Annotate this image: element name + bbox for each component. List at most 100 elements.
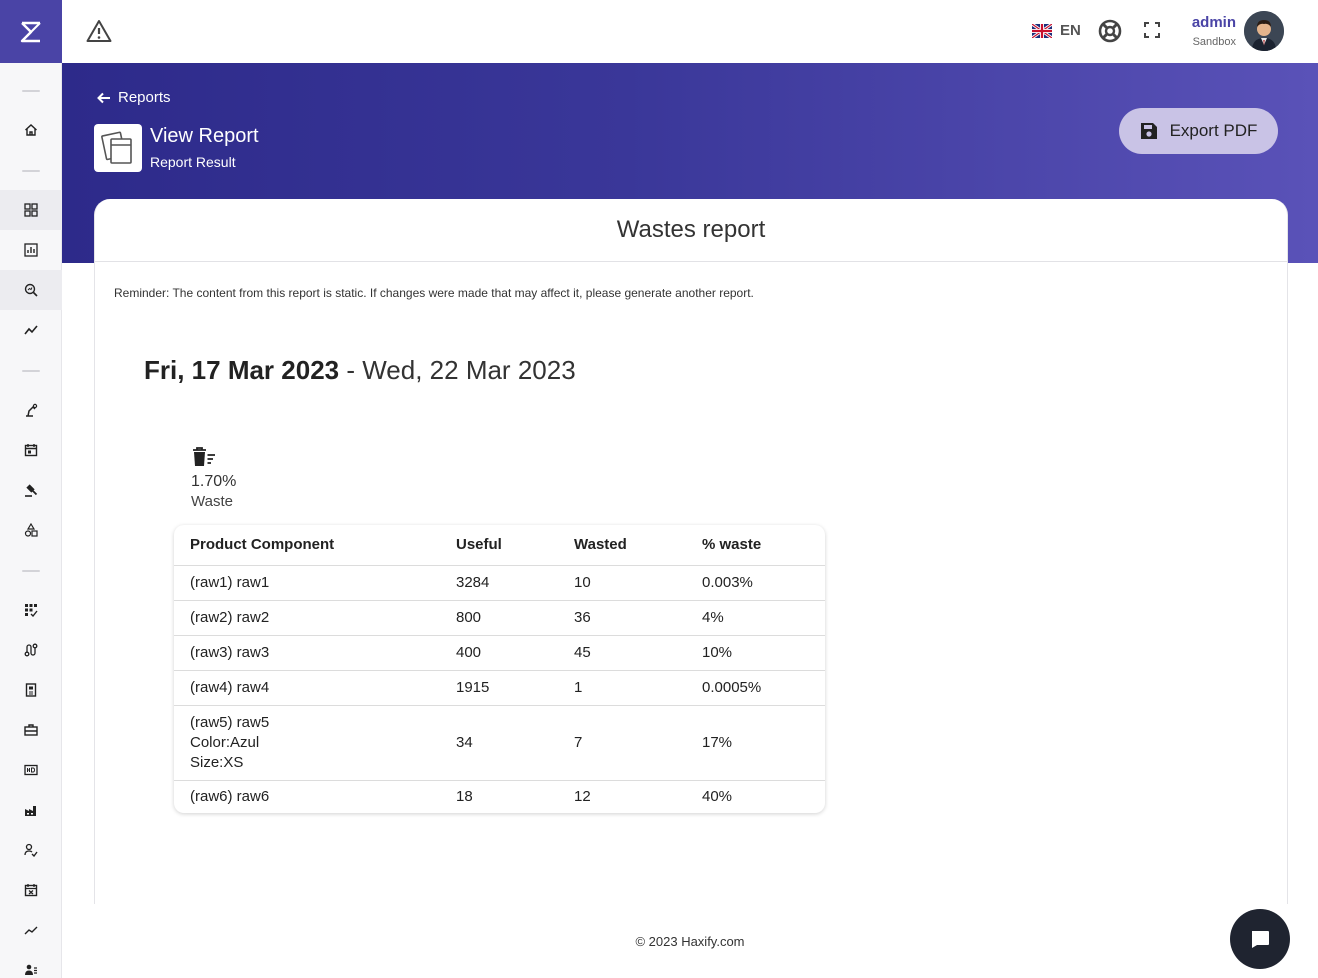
page-title: View Report — [150, 125, 259, 147]
sidebar-item-statistics[interactable] — [0, 230, 62, 270]
report-title: Wastes report — [95, 199, 1287, 262]
cell-percent-waste: 0.0005% — [686, 670, 825, 706]
user-organization: Sandbox — [1192, 36, 1236, 48]
column-header-product-component: Product Component — [174, 525, 440, 566]
cell-percent-waste: 10% — [686, 635, 825, 671]
cell-product-component: (raw1) raw1 — [174, 565, 440, 601]
dashboard-icon — [24, 203, 38, 217]
factory-icon — [25, 806, 36, 816]
sidebar-item-machines[interactable] — [0, 390, 62, 430]
sidebar-item-auctions[interactable] — [0, 470, 62, 510]
sidebar-item-people[interactable] — [0, 950, 62, 978]
sidebar-item-dashboard[interactable] — [0, 190, 62, 230]
component-name: (raw6) raw6 — [190, 788, 270, 806]
cell-product-component: (raw5) raw5 Color:Azul Size:XS — [174, 705, 440, 781]
person-check-icon — [24, 843, 38, 857]
sidebar-item-home[interactable] — [0, 110, 62, 150]
sidebar-item-calendar[interactable] — [0, 430, 62, 470]
table-row: (raw6) raw6 18 12 40% — [174, 780, 825, 813]
calendar-icon — [24, 444, 38, 457]
table-row: (raw2) raw2 800 36 4% — [174, 600, 825, 636]
fullscreen-icon[interactable] — [1144, 22, 1160, 38]
column-header-useful: Useful — [440, 525, 558, 566]
trash-list-icon — [193, 447, 215, 466]
export-pdf-label: Export PDF — [1169, 121, 1258, 140]
cell-useful: 800 — [440, 600, 558, 636]
back-to-reports-link[interactable]: Reports — [96, 89, 171, 106]
sidebar-item-users[interactable] — [0, 830, 62, 870]
component-attribute: Size:XS — [190, 753, 244, 771]
cell-product-component: (raw3) raw3 — [174, 635, 440, 671]
cell-useful: 34 — [440, 705, 558, 781]
home-icon — [25, 124, 37, 136]
report-icon-box — [94, 124, 142, 172]
sidebar-divider — [22, 570, 40, 572]
sidebar-item-trends[interactable] — [0, 910, 62, 950]
component-name: (raw3) raw3 — [190, 644, 270, 661]
save-icon — [1140, 123, 1157, 139]
date-end: Wed, 22 Mar 2023 — [362, 355, 576, 385]
component-name: (raw4) raw4 — [190, 679, 270, 696]
topbar: EN admin Sandbox — [62, 0, 1318, 63]
cell-useful: 18 — [456, 788, 473, 806]
cell-percent-waste: 17% — [686, 705, 825, 781]
cell-wasted: 12 — [574, 788, 591, 806]
cell-useful: 3284 — [440, 565, 558, 601]
sidebar-item-documents[interactable] — [0, 670, 62, 710]
static-content-reminder: Reminder: The content from this report i… — [114, 286, 754, 300]
cell-product-component: (raw4) raw4 — [174, 670, 440, 706]
cell-wasted: 1 — [558, 670, 686, 706]
chat-button[interactable] — [1230, 909, 1290, 969]
export-pdf-button[interactable]: Export PDF — [1119, 108, 1278, 154]
waste-label: Waste — [191, 493, 233, 510]
sidebar-item-shapes[interactable] — [0, 510, 62, 550]
sidebar-item-reports[interactable] — [0, 270, 62, 310]
warning-icon[interactable] — [86, 19, 112, 43]
sidebar-divider — [22, 370, 40, 372]
sidebar-item-routes[interactable] — [0, 630, 62, 670]
haxify-logo[interactable] — [0, 0, 62, 63]
grid-check-icon — [25, 604, 38, 617]
sidebar-item-factory[interactable] — [0, 790, 62, 830]
cell-useful: 400 — [440, 635, 558, 671]
trend-icon — [24, 325, 38, 335]
language-label: EN — [1060, 22, 1081, 39]
bar-chart-icon — [24, 243, 38, 257]
robot-arm-icon — [26, 403, 38, 417]
sidebar-item-tasks[interactable] — [0, 590, 62, 630]
chat-icon — [1252, 931, 1269, 948]
table-row: (raw5) raw5 Color:Azul Size:XS 34 7 17% — [174, 705, 825, 781]
cell-wasted: 10 — [558, 565, 686, 601]
people-icon — [25, 964, 37, 975]
component-name: (raw1) raw1 — [190, 574, 270, 591]
component-name: (raw2) raw2 — [190, 609, 270, 626]
sidebar — [0, 0, 62, 978]
shapes-icon — [24, 523, 38, 537]
cell-percent-waste: 40% — [702, 788, 733, 806]
search-report-icon — [24, 283, 38, 297]
sidebar-item-analytics[interactable] — [0, 310, 62, 350]
sidebar-item-hd[interactable] — [0, 750, 62, 790]
copyright: © 2023 Haxify.com — [635, 934, 745, 949]
wastes-table: Product Component Useful Wasted % waste … — [174, 525, 825, 813]
back-link-label: Reports — [118, 89, 171, 106]
cell-wasted: 45 — [558, 635, 686, 671]
user-name[interactable]: admin — [1192, 14, 1236, 31]
route-icon — [24, 643, 38, 657]
trending-icon — [24, 926, 38, 935]
cell-product-component: (raw6) raw6 — [174, 780, 440, 813]
sidebar-divider — [22, 90, 40, 92]
sidebar-item-schedule[interactable] — [0, 870, 62, 910]
footer: © 2023 Haxify.com — [62, 904, 1318, 978]
language-selector[interactable]: EN — [1032, 22, 1081, 39]
page-subtitle: Report Result — [150, 154, 236, 170]
lifebuoy-icon[interactable] — [1098, 19, 1122, 43]
sidebar-divider — [22, 170, 40, 172]
cell-percent-waste: 0.003% — [686, 565, 825, 601]
date-separator: - — [339, 355, 363, 385]
sidebar-item-tools[interactable] — [0, 710, 62, 750]
table-header-row: Product Component Useful Wasted % waste — [174, 525, 825, 566]
gavel-icon — [25, 484, 38, 497]
avatar[interactable] — [1244, 11, 1284, 51]
date-range: Fri, 17 Mar 2023 - Wed, 22 Mar 2023 — [144, 355, 576, 386]
